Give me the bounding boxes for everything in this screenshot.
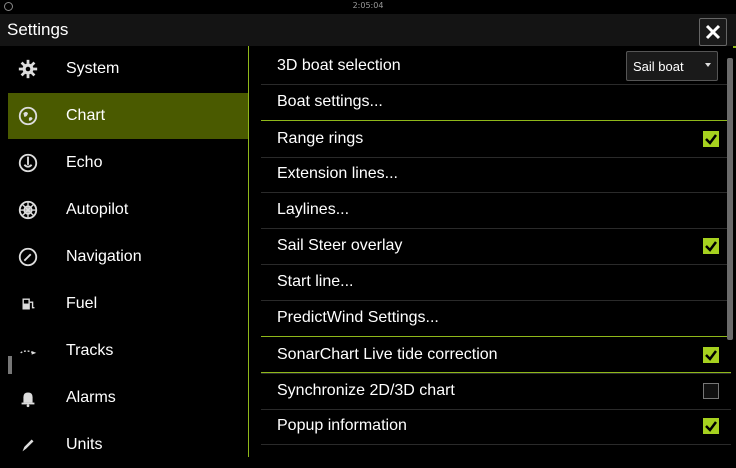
sidebar-item-system[interactable]: System (8, 46, 248, 92)
dropdown-value: Sail boat (633, 58, 684, 74)
sidebar-item-alarms[interactable]: Alarms (8, 375, 248, 421)
setting-label: 3D boat selection (277, 57, 401, 74)
sidebar-item-chart[interactable]: Chart (8, 93, 248, 139)
close-icon (705, 24, 721, 40)
chart-settings-panel: 3D boat selection Sail boat Boat setting… (248, 46, 733, 457)
setting-row-sonarchart-tide[interactable]: SonarChart Live tide correction (261, 336, 731, 374)
page-title: Settings (7, 20, 69, 39)
echo-icon (8, 152, 48, 174)
sidebar-scrollbar[interactable] (8, 356, 12, 374)
sidebar-item-label: Alarms (66, 389, 116, 406)
setting-row-synchronize-chart[interactable]: Synchronize 2D/3D chart (261, 372, 731, 410)
sidebar-item-navigation[interactable]: Navigation (8, 234, 248, 280)
helm-icon (8, 199, 48, 221)
setting-row-predictwind[interactable]: PredictWind Settings... (261, 300, 731, 337)
checkbox-checked[interactable] (703, 418, 719, 434)
settings-scrollbar[interactable] (727, 58, 733, 340)
sidebar-item-label: Echo (66, 154, 103, 171)
setting-row-sail-steer-overlay[interactable]: Sail Steer overlay (261, 228, 731, 265)
gear-icon (8, 58, 48, 80)
status-time: 2:05:04 (352, 1, 384, 10)
setting-row-laylines[interactable]: Laylines... (261, 192, 731, 229)
sidebar-item-label: Chart (66, 107, 106, 124)
sidebar-item-label: Fuel (66, 295, 98, 312)
sidebar-item-label: Units (66, 436, 103, 453)
compass-icon (8, 246, 48, 268)
sidebar-item-label: Autopilot (66, 201, 129, 218)
sidebar-item-units[interactable]: Units (8, 422, 248, 468)
boat-type-dropdown[interactable]: Sail boat (626, 51, 718, 81)
setting-label: PredictWind Settings... (277, 309, 439, 326)
fuel-icon (8, 293, 48, 315)
checkbox-checked[interactable] (703, 238, 719, 254)
setting-label: SonarChart Live tide correction (277, 346, 498, 363)
sidebar-item-label: System (66, 60, 120, 77)
sidebar-item-fuel[interactable]: Fuel (8, 281, 248, 327)
setting-label: Sail Steer overlay (277, 237, 403, 254)
setting-row-start-line[interactable]: Start line... (261, 264, 731, 301)
setting-row-popup-information[interactable]: Popup information (261, 408, 731, 445)
sidebar-item-tracks[interactable]: Tracks (8, 328, 248, 374)
checkbox-checked[interactable] (703, 347, 719, 363)
status-bar: 2:05:04 (0, 0, 736, 14)
setting-label: Start line... (277, 273, 354, 290)
checkbox-unchecked[interactable] (703, 383, 719, 399)
tracks-icon (8, 340, 48, 362)
setting-row-range-rings[interactable]: Range rings (261, 120, 731, 158)
settings-sidebar: System Chart Echo Autopilot Navigation F… (0, 46, 248, 457)
chart-globe-icon (8, 105, 48, 127)
checkbox-checked[interactable] (703, 131, 719, 147)
sidebar-item-autopilot[interactable]: Autopilot (8, 187, 248, 233)
sidebar-item-echo[interactable]: Echo (8, 140, 248, 186)
setting-row-3d-boat-selection[interactable]: 3D boat selection Sail boat (261, 48, 731, 85)
title-bar: Settings (0, 14, 736, 46)
setting-label: Synchronize 2D/3D chart (277, 382, 455, 399)
chevron-down-icon (705, 63, 711, 67)
setting-label: Extension lines... (277, 165, 398, 182)
pencil-icon (8, 434, 48, 456)
sidebar-item-label: Tracks (66, 342, 114, 359)
setting-label: Popup information (277, 417, 407, 434)
setting-row-extension-lines[interactable]: Extension lines... (261, 156, 731, 193)
setting-label: Boat settings... (277, 93, 383, 110)
setting-row-boat-settings[interactable]: Boat settings... (261, 84, 731, 121)
close-button[interactable] (699, 18, 727, 46)
setting-label: Range rings (277, 130, 364, 147)
setting-label: Laylines... (277, 201, 350, 218)
bell-icon (8, 387, 48, 409)
sidebar-item-label: Navigation (66, 248, 142, 265)
